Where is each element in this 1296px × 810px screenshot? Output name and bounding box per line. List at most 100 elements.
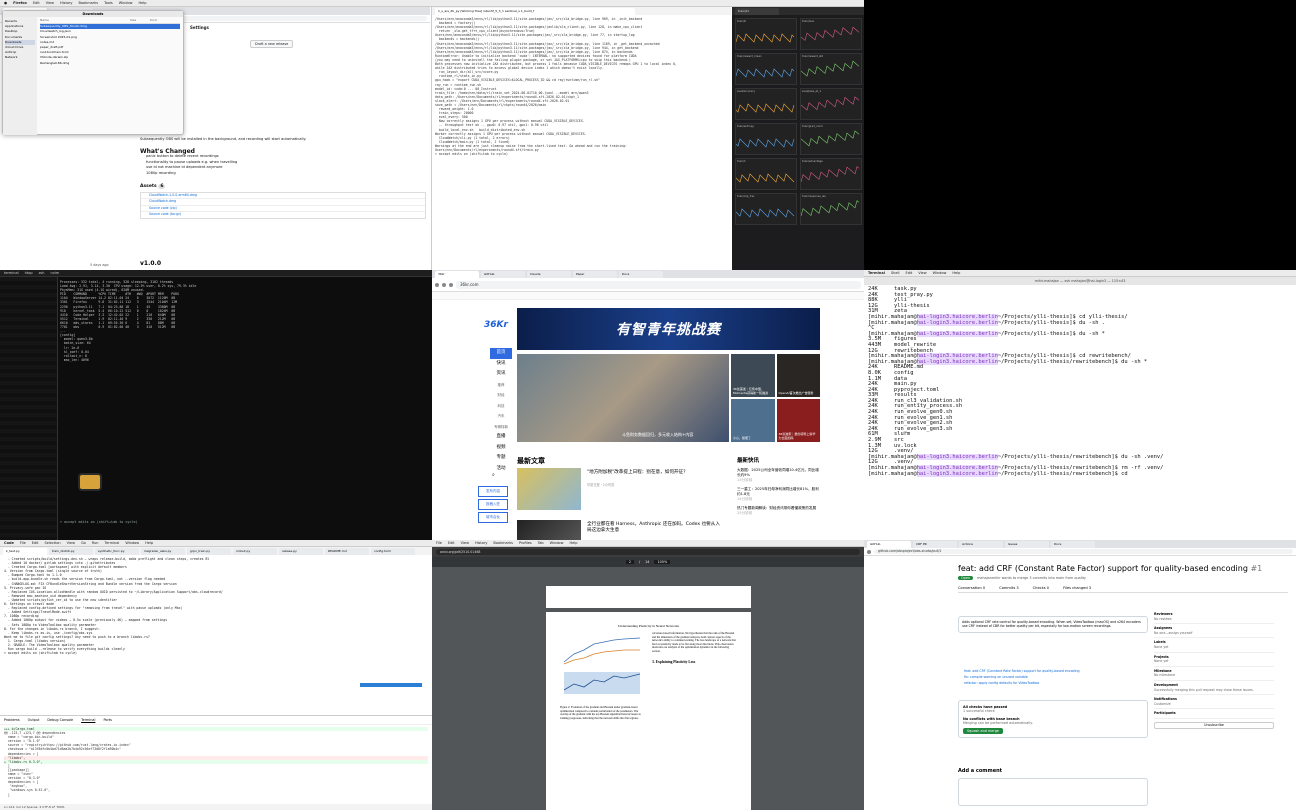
tab[interactable]: 1_s_a/s_db_py [Working Tree] rstanhf_5_3… — [435, 8, 635, 15]
menu-item[interactable]: Selection — [45, 540, 61, 546]
panel-tab[interactable]: Ports — [103, 718, 112, 722]
sidebar-section[interactable]: Milestone No milestone — [1154, 667, 1274, 681]
comment-input[interactable] — [958, 778, 1148, 806]
panel-tab[interactable]: Problems — [4, 718, 20, 722]
plot-panel[interactable]: train/reward_std — [800, 53, 862, 85]
sidebar-section[interactable]: Participants — [1154, 709, 1274, 719]
url-input[interactable]: github.com/obsproject/obs-studio/pull/1 — [874, 549, 1293, 554]
side-card[interactable]: 小心，随便了 — [731, 399, 775, 442]
editor-tab[interactable]: k_test.py — [3, 548, 47, 555]
terminal-prompt[interactable]: > accept edits on (shift+tab to cycle) — [60, 520, 138, 524]
column-header[interactable]: Name — [40, 18, 130, 23]
page-input[interactable]: 2 — [625, 560, 634, 564]
tab[interactable]: Paper — [573, 271, 617, 278]
editor-tab[interactable]: rlwgrader_asks.py — [141, 548, 185, 555]
plot-panel[interactable]: train/loss — [800, 18, 862, 50]
zoom-level[interactable]: 100% — [654, 560, 671, 564]
contribute-button[interactable]: 投稿入驻 — [478, 499, 508, 510]
menu-item[interactable]: htop — [25, 270, 33, 276]
prompt-command[interactable]: du -sh * — [1079, 331, 1105, 337]
menu-item[interactable]: Terminal — [105, 540, 120, 546]
menu-item[interactable]: Profiles — [519, 540, 532, 546]
tab[interactable]: Docs — [619, 271, 663, 278]
search-icon[interactable]: ⌕ — [492, 472, 495, 478]
article-thumb[interactable] — [517, 468, 581, 510]
plot-panel[interactable]: train/entropy — [735, 123, 797, 155]
menu-item[interactable]: zsh — [39, 270, 45, 276]
menu-item[interactable]: Edit — [448, 540, 455, 546]
menu-item[interactable]: Tools — [104, 0, 113, 6]
menu-item[interactable]: Code — [4, 540, 14, 546]
sidebar-section[interactable]: Assignees No one—assign yourself — [1154, 624, 1274, 639]
menu-item[interactable]: History — [60, 0, 72, 6]
flash-item[interactable]: 大数据：2025公司全年营收同增10.4亿元，同比增长约9% — [737, 468, 822, 478]
sidebar-section[interactable]: Projects None yet — [1154, 653, 1274, 667]
menu-item[interactable]: Firefox — [13, 0, 27, 6]
menu-item[interactable]: View — [46, 0, 54, 6]
editor-tab[interactable]: grpo_train.py — [187, 548, 231, 555]
tab[interactable]: GitHub — [867, 541, 911, 548]
column-header[interactable]: Size — [130, 18, 150, 23]
site-logo[interactable]: 36Kr — [484, 320, 508, 330]
menu-item[interactable]: Window — [119, 0, 133, 6]
tab[interactable]: Actions — [959, 541, 1003, 548]
column-header[interactable]: Kind — [150, 18, 157, 23]
nav-item[interactable]: 视频 — [490, 443, 512, 454]
menu-item[interactable]: Run — [92, 540, 99, 546]
back-icon[interactable] — [435, 282, 439, 287]
menu-item[interactable]: nvim — [50, 270, 59, 276]
tab[interactable]: train/kl — [735, 8, 779, 15]
side-card[interactable]: 36氪首发｜亿纬中国，Momenta获得新一轮融资 — [731, 354, 775, 397]
menu-item[interactable]: Bookmarks — [79, 0, 99, 6]
plot-panel[interactable]: train/kl — [735, 18, 797, 50]
sidebar-item[interactable]: Network — [5, 55, 35, 60]
nav-item[interactable]: 专题 — [490, 453, 512, 464]
menu-item[interactable]: Edit — [33, 0, 40, 6]
menu-item[interactable]: Help — [139, 0, 147, 6]
sidebar-section[interactable]: Reviewers No reviews — [1154, 610, 1274, 625]
nav-item[interactable]: 专精特新 — [490, 422, 512, 433]
plot-panel[interactable]: eval/pass_at_1 — [800, 88, 862, 120]
assets-heading[interactable]: Assets — [140, 184, 157, 189]
plot-panel[interactable]: eval/accuracy — [735, 88, 797, 120]
menu-item[interactable]: Help — [569, 540, 577, 546]
banner[interactable]: 有智青年挑战赛 — [517, 308, 820, 350]
prompt-command[interactable]: cd — [1121, 471, 1128, 477]
menu-item[interactable]: Window — [550, 540, 564, 546]
menu-item[interactable]: Help — [145, 540, 153, 546]
forward-icon[interactable] — [442, 282, 446, 287]
menu-item[interactable]: View — [918, 270, 926, 276]
editor-tab[interactable]: README.md — [325, 548, 369, 555]
menu-item[interactable]: History — [475, 540, 487, 546]
sidebar-section[interactable]: Development Successfully merging this pul… — [1154, 681, 1274, 696]
nav-item[interactable]: 资讯 — [490, 369, 512, 380]
menu-item[interactable]: Shell — [891, 270, 900, 276]
tab[interactable]: CRF PR — [913, 541, 957, 548]
back-icon[interactable] — [867, 549, 871, 554]
editor-tab[interactable]: train_distrib.py — [49, 548, 93, 555]
tab[interactable]: Issues — [1005, 541, 1049, 548]
file-row[interactable]: Rectangle0.86.dmg — [40, 61, 180, 66]
subscribe-button[interactable]: Unsubscribe — [1154, 721, 1274, 729]
tab[interactable]: 36kr — [435, 271, 479, 278]
panel-tab[interactable]: Output — [28, 718, 40, 722]
menu-item[interactable]: View — [67, 540, 75, 546]
menu-item[interactable]: Tab — [538, 540, 544, 546]
menu-item[interactable]: Terminal — [868, 270, 885, 276]
prompt-command[interactable]: du -sh * — [1121, 359, 1147, 365]
pr-tab-files[interactable]: Files changed 3 — [1063, 586, 1091, 590]
plot-panel[interactable]: train/response_len — [800, 193, 862, 225]
nav-item[interactable]: 科技 — [490, 401, 512, 412]
tab[interactable]: GitHub — [481, 271, 525, 278]
plot-panel[interactable]: train/advantage — [800, 158, 862, 190]
partner-button[interactable]: 城市合伙 — [478, 512, 508, 523]
menu-item[interactable]: Edit — [32, 540, 39, 546]
side-card[interactable]: OpenAI首次推出广告服务 — [776, 354, 820, 397]
nav-item[interactable]: 推荐 — [490, 380, 512, 391]
editor-tab[interactable]: rebase.py — [279, 548, 323, 555]
flash-item[interactable]: 三一重工：2025年归母净利润同比增长81%，股利约1.8元 — [737, 487, 822, 497]
plot-panel[interactable]: train/reward_mean — [735, 53, 797, 85]
side-card[interactable]: 36氪独家｜量创领导上新华力全面加码 — [776, 399, 820, 442]
article-title[interactable]: "地方附加税"改革提上日程：别在意，如何开征？ — [587, 470, 722, 476]
commit-item[interactable]: refactor: apply config defaults for Vide… — [964, 680, 1148, 686]
